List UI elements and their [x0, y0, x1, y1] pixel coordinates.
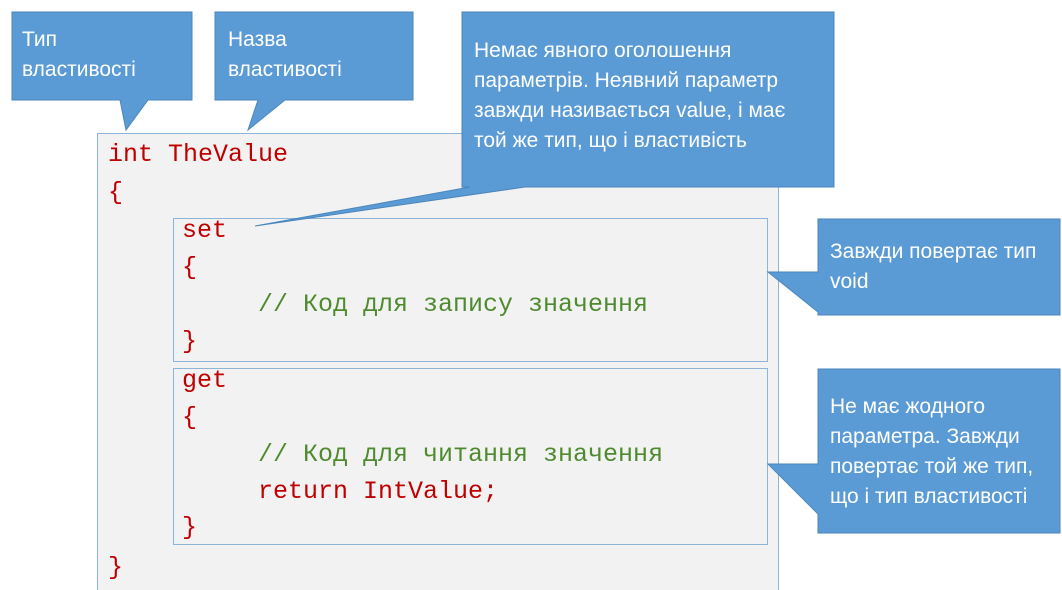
callout-set-return-line2: void	[830, 270, 869, 293]
callout-type-line1: Тип	[22, 28, 58, 51]
callout-name-line1: Назва	[228, 28, 287, 51]
callout-type: Тип властивості	[22, 25, 136, 85]
callout-get-info-line2: параметра. Завжди	[830, 425, 1020, 448]
callout-set-param-line4: той же тип, що і властивість	[474, 129, 747, 152]
callout-get-info-line4: що і тип властивості	[830, 485, 1028, 508]
callout-set-return-line1: Завжди повертає тип	[830, 240, 1037, 263]
callout-set-param-line2: параметрів. Неявний параметр	[474, 69, 779, 92]
callout-set-param-line1: Немає явного оголошення	[474, 39, 732, 62]
callout-set-param-line3: завжди називається value, і має	[474, 99, 786, 122]
callout-get-info-line3: повертає той же тип,	[830, 455, 1034, 478]
callout-get-info-line1: Не має жодного	[830, 395, 986, 418]
callout-name-line2: властивості	[228, 58, 342, 81]
callout-name: Назва властивості	[228, 25, 342, 85]
callout-type-line2: властивості	[22, 58, 136, 81]
callout-get-info: Не має жодного параметра. Завжди поверта…	[830, 392, 1033, 512]
callout-set-param: Немає явного оголошення параметрів. Неяв…	[474, 36, 785, 156]
callout-set-return: Завжди повертає тип void	[830, 237, 1036, 297]
